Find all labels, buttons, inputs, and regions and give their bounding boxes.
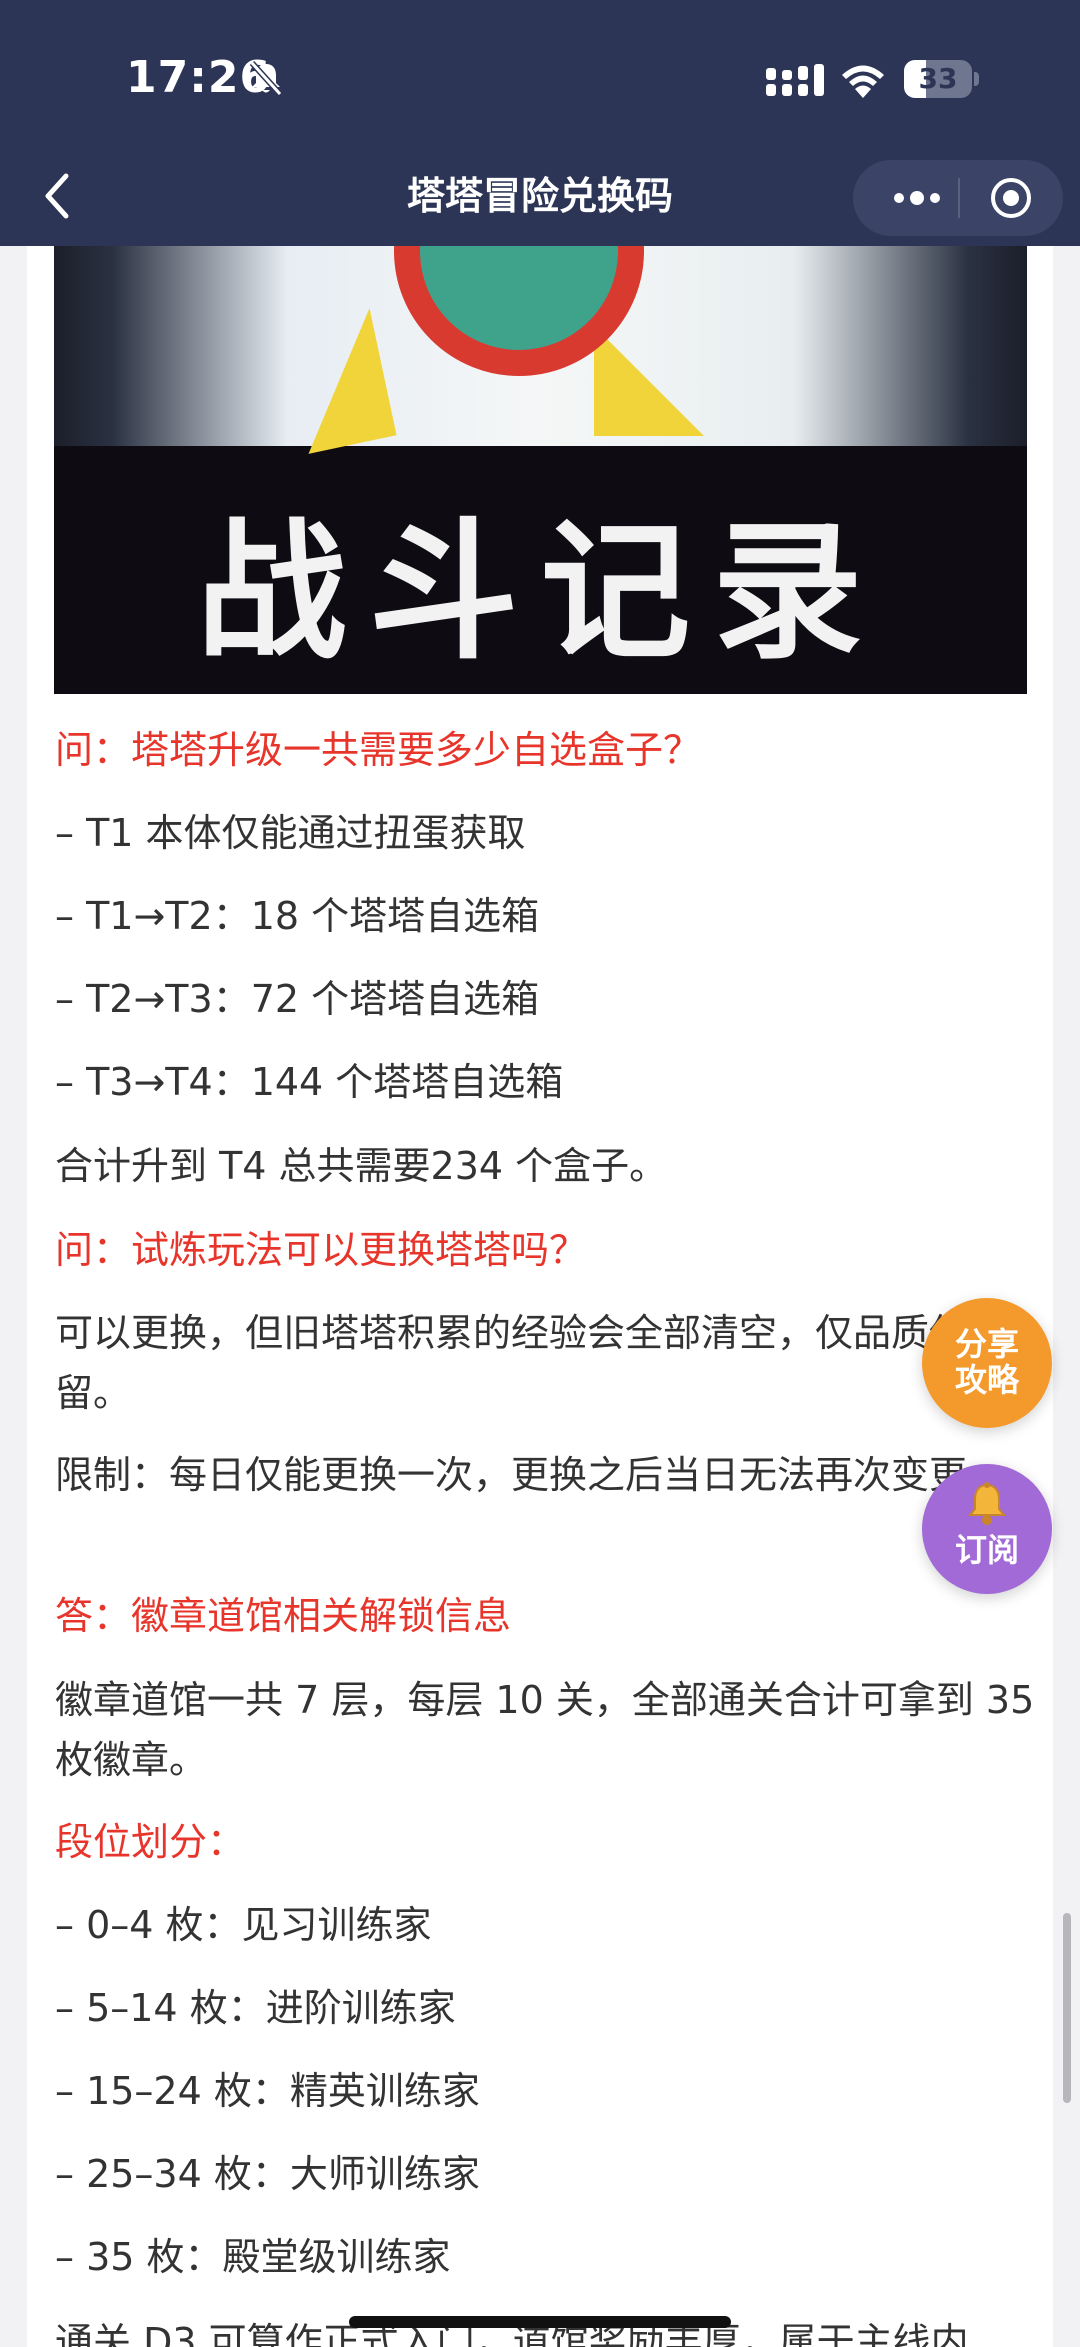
article-content: 战斗记录 问：塔塔升级一共需要多少自选盒子？ – T1 本体仅能通过扭蛋获取 –… <box>27 246 1053 2347</box>
subscribe-label: 订阅 <box>954 1531 1019 1569</box>
list-item: – T1→T2：18 个塔塔自选箱 <box>55 894 540 938</box>
close-target-icon[interactable] <box>973 160 1049 236</box>
list-item: – T1 本体仅能通过扭蛋获取 <box>55 811 526 855</box>
paragraph: 徽章道馆一共 7 层，每层 10 关，全部通关合计可拿到 35 枚徽章。 <box>55 1678 1035 1782</box>
list-item: – 15–24 枚：精英训练家 <box>55 2069 480 2113</box>
status-bar: 17:26 33 <box>0 0 1080 150</box>
mute-bell-icon <box>249 60 283 97</box>
more-dots-icon[interactable] <box>879 160 955 236</box>
wifi-icon <box>842 65 884 98</box>
battery-tip <box>974 72 979 86</box>
image-caption: 战斗记录 <box>196 506 885 680</box>
subscribe-button[interactable]: 订阅 <box>922 1464 1052 1594</box>
section-heading: 段位划分： <box>55 1820 246 1864</box>
question-heading: 问：塔塔升级一共需要多少自选盒子？ <box>55 728 702 772</box>
share-label: 分享 <box>954 1325 1019 1363</box>
list-item: – 25–34 枚：大师训练家 <box>55 2152 480 2196</box>
bell-icon <box>967 1482 1007 1525</box>
list-item: – 35 枚：殿堂级训练家 <box>55 2235 451 2279</box>
battery-body: 33 <box>904 60 972 98</box>
cellular-signal-icon <box>766 64 824 96</box>
battery-level: 33 <box>918 62 958 95</box>
image-shape <box>594 326 704 436</box>
guide-label: 攻略 <box>954 1361 1019 1399</box>
paragraph: 可以更换，但旧塔塔积累的经验会全部清空，仅品质保留。 <box>55 1311 968 1415</box>
paragraph: 合计升到 T4 总共需要234 个盒子。 <box>55 1144 668 1188</box>
list-item: – 5–14 枚：进阶训练家 <box>55 1986 456 2030</box>
article-image: 战斗记录 <box>54 246 1027 694</box>
list-item: – T2→T3：72 个塔塔自选箱 <box>55 977 540 1021</box>
home-indicator[interactable] <box>349 2316 731 2328</box>
list-item: – 0–4 枚：见习训练家 <box>55 1903 432 1947</box>
answer-heading: 答：徽章道馆相关解锁信息 <box>55 1594 512 1638</box>
question-heading: 问：试炼玩法可以更换塔塔吗？ <box>55 1228 588 1272</box>
scrollbar[interactable] <box>1063 1913 1071 2103</box>
share-guide-button[interactable]: 分享 攻略 <box>922 1298 1052 1428</box>
battery-indicator: 33 <box>904 60 980 98</box>
capsule-divider <box>958 178 960 218</box>
nav-bar: 塔塔冒险兑换码 <box>0 150 1080 246</box>
list-item: – T3→T4：144 个塔塔自选箱 <box>55 1060 564 1104</box>
mini-program-capsule <box>853 160 1063 236</box>
paragraph: 限制：每日仅能更换一次，更换之后当日无法再次变更。 <box>55 1453 1006 1497</box>
